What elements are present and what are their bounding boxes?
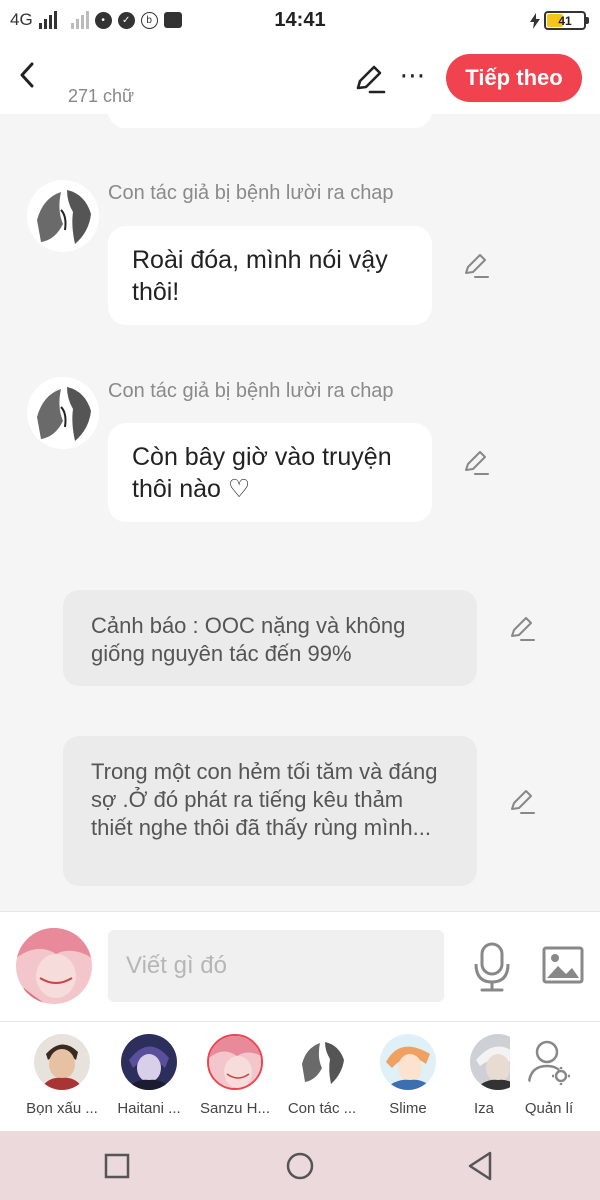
message-bubble[interactable]: Còn bây giờ vào truyện thôi nào ♡ <box>108 423 432 522</box>
character-item[interactable]: Con tác ... <box>277 1022 365 1131</box>
narration-bubble[interactable]: Cảnh báo : OOC nặng và không giống nguyê… <box>63 590 477 686</box>
current-character-avatar[interactable] <box>16 928 92 1004</box>
manage-label: Quản lí <box>524 1100 574 1117</box>
character-name: Iza <box>473 1100 494 1117</box>
message-author: Con tác giả bị bệnh lười ra chap <box>108 182 394 204</box>
status-bar: 4G • ✓ b 14:41 41 <box>0 0 600 42</box>
avatar[interactable] <box>27 377 99 449</box>
status-right: 41 <box>530 11 589 30</box>
character-avatar <box>34 1034 90 1090</box>
battery-icon: 41 <box>544 11 589 30</box>
manage-characters-button[interactable]: Quản lí <box>504 1022 592 1131</box>
charging-icon <box>530 12 540 29</box>
microphone-icon[interactable] <box>470 940 514 994</box>
back-nav-icon[interactable] <box>464 1149 498 1183</box>
next-button[interactable]: Tiếp theo <box>446 54 582 102</box>
character-name: Haitani ... <box>117 1100 181 1117</box>
chat-area[interactable]: Con tác giả bị bệnh lười ra chap Roài đó… <box>0 114 600 911</box>
edit-narration-icon[interactable] <box>508 615 536 643</box>
previous-message-bubble <box>108 114 432 128</box>
app-header: 271 chữ ⋯ Tiếp theo <box>0 42 600 114</box>
battery-level: 41 <box>558 13 572 28</box>
character-item[interactable]: Iza <box>450 1022 510 1131</box>
back-icon[interactable] <box>12 58 42 92</box>
edit-icon[interactable] <box>352 62 386 96</box>
image-icon[interactable] <box>540 944 586 988</box>
character-strip[interactable]: Bọn xấu ... Haitani ... Sanzu H... Con t… <box>0 1021 600 1131</box>
character-avatar <box>294 1034 350 1090</box>
character-avatar-selected <box>207 1034 263 1090</box>
more-icon[interactable]: ⋯ <box>398 62 428 96</box>
character-item[interactable]: Bọn xấu ... <box>17 1022 105 1131</box>
character-avatar <box>121 1034 177 1090</box>
manage-user-icon <box>521 1034 577 1090</box>
character-item[interactable]: Sanzu H... <box>190 1022 278 1131</box>
edit-message-icon[interactable] <box>462 252 490 280</box>
character-name: Sanzu H... <box>199 1100 271 1117</box>
message-input[interactable] <box>108 930 444 1002</box>
composer <box>0 911 600 1021</box>
message-author: Con tác giả bị bệnh lười ra chap <box>108 380 394 402</box>
avatar[interactable] <box>27 180 99 252</box>
home-icon[interactable] <box>283 1149 317 1183</box>
word-count: 271 chữ <box>68 86 135 106</box>
character-name: Slime <box>389 1100 427 1117</box>
character-item[interactable]: Haitani ... <box>104 1022 192 1131</box>
edit-message-icon[interactable] <box>462 449 490 477</box>
narration-bubble[interactable]: Trong một con hẻm tối tăm và đáng sợ .Ở … <box>63 736 477 886</box>
character-name: Con tác ... <box>287 1100 357 1117</box>
system-nav-bar <box>0 1131 600 1200</box>
character-name: Bọn xấu ... <box>26 1100 98 1117</box>
edit-narration-icon[interactable] <box>508 788 536 816</box>
character-item[interactable]: Slime <box>363 1022 451 1131</box>
clock: 14:41 <box>274 9 326 31</box>
recent-apps-icon[interactable] <box>100 1149 134 1183</box>
message-bubble[interactable]: Roài đóa, mình nói vậy thôi! <box>108 226 432 325</box>
character-avatar <box>380 1034 436 1090</box>
